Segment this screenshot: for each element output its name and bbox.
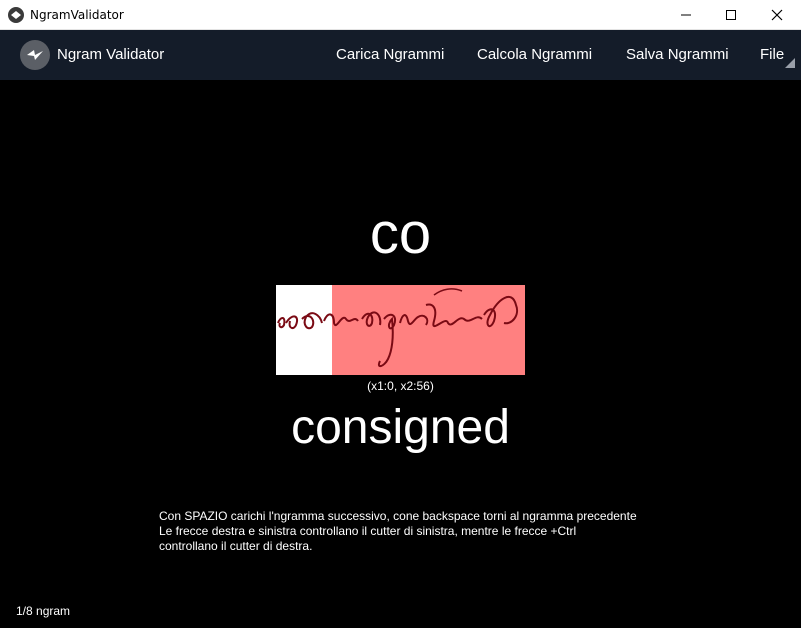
handwriting-image <box>277 288 518 367</box>
window-titlebar: NgramValidator <box>0 0 801 30</box>
help-line: controllano il cutter di destra. <box>159 539 313 553</box>
word-label: consigned <box>291 401 510 454</box>
help-text: Con SPAZIO carichi l'ngramma successivo,… <box>159 509 659 554</box>
menu-salva-ngrammi[interactable]: Salva Ngrammi <box>626 46 729 63</box>
corner-arrow-icon <box>785 58 795 68</box>
help-line: Le frecce destra e sinistra controllano … <box>159 524 577 538</box>
close-icon[interactable] <box>754 0 800 29</box>
maximize-icon[interactable] <box>708 0 754 29</box>
word-image-crop[interactable] <box>276 285 525 375</box>
app-menubar: Ngram Validator Carica Ngrammi Calcola N… <box>0 30 801 80</box>
app-icon <box>8 7 24 23</box>
menu-carica-ngrammi[interactable]: Carica Ngrammi <box>336 46 444 63</box>
brand-name: Ngram Validator <box>57 46 165 63</box>
cutter-coordinates: (x1:0, x2:56) <box>367 379 434 393</box>
help-line: Con SPAZIO carichi l'ngramma successivo,… <box>159 509 637 523</box>
menu-calcola-ngrammi[interactable]: Calcola Ngrammi <box>477 46 592 63</box>
status-counter: 1/8 ngram <box>16 604 71 618</box>
ngram-label: co <box>369 201 432 266</box>
menu-file[interactable]: File <box>760 46 784 63</box>
window-title: NgramValidator <box>30 8 124 22</box>
minimize-icon[interactable] <box>663 0 709 29</box>
brand-logo <box>20 40 50 70</box>
